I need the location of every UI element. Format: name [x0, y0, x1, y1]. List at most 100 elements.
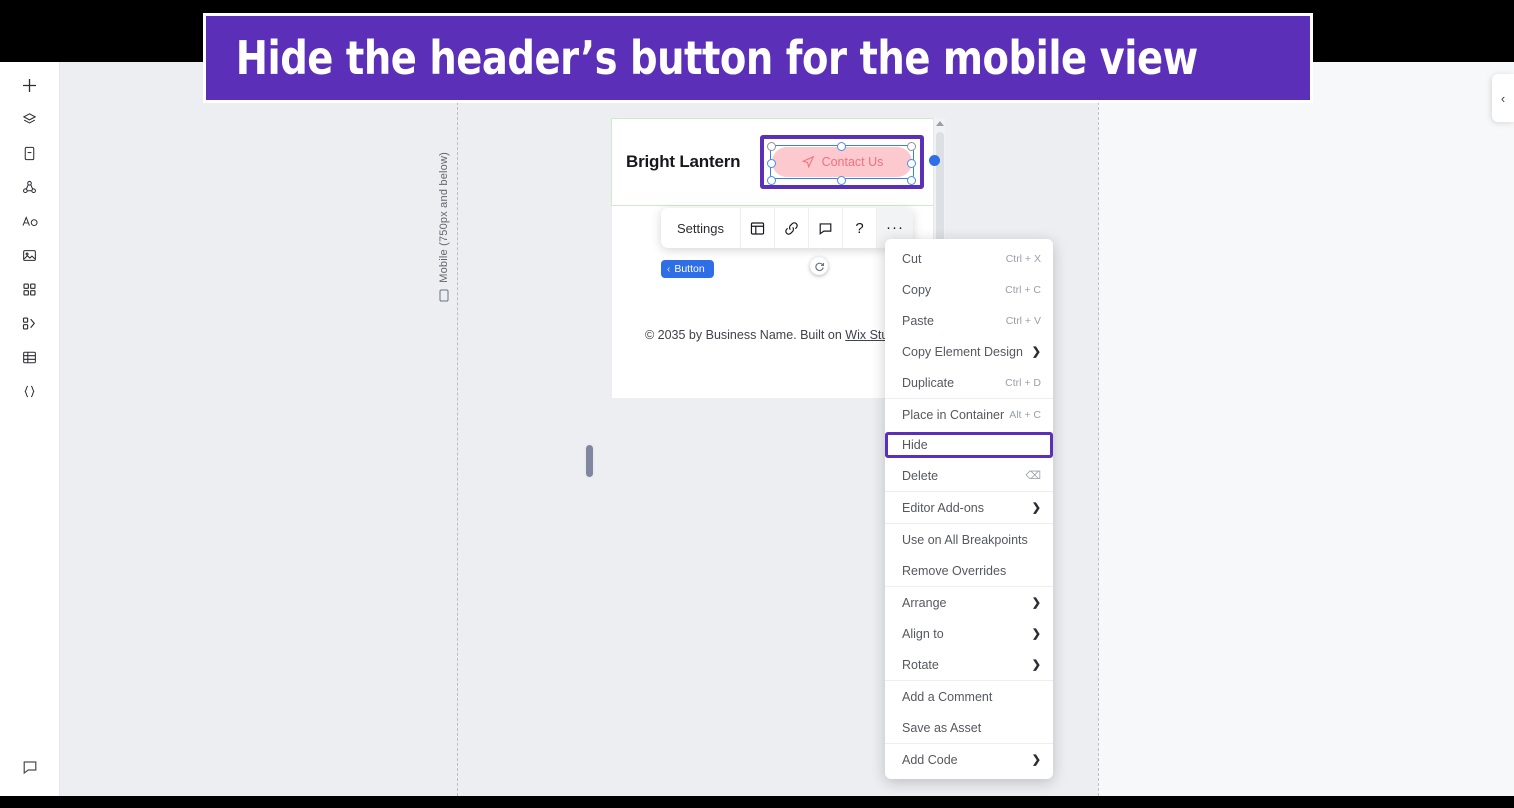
resize-handle-bottom-center[interactable] [837, 176, 846, 185]
layout-icon [750, 221, 765, 235]
submenu-arrow-icon: ❯ [1031, 659, 1041, 671]
chevron-left-icon: ‹ [1500, 90, 1506, 106]
context-menu-group: Use on All Breakpoints Remove Overrides [885, 523, 1053, 586]
submenu-arrow-icon: ❯ [1031, 597, 1041, 609]
sidebar-item-comments[interactable] [10, 750, 50, 784]
menu-item-copy-element-design[interactable]: Copy Element Design ❯ [885, 336, 1053, 367]
menu-item-editor-add-ons[interactable]: Editor Add-ons ❯ [885, 492, 1053, 523]
scroll-up-arrow-icon[interactable] [936, 121, 944, 126]
menu-item-label: Hide [902, 438, 928, 452]
menu-item-label: Duplicate [902, 375, 955, 390]
resize-handle-top-left[interactable] [767, 142, 776, 151]
scrollbar-thumb[interactable] [936, 132, 944, 252]
sidebar-item-apps[interactable] [10, 272, 50, 306]
menu-item-label: Delete [902, 468, 939, 483]
sidebar-item-cms[interactable] [10, 340, 50, 374]
rotate-handle[interactable] [810, 257, 828, 275]
menu-item-use-on-all-breakpoints[interactable]: Use on All Breakpoints [885, 524, 1053, 555]
context-menu-group: Editor Add-ons ❯ [885, 491, 1053, 523]
menu-item-label: Editor Add-ons [902, 500, 984, 515]
sidebar-item-code[interactable] [10, 374, 50, 408]
anchor-dot-indicator[interactable] [929, 155, 940, 166]
resize-handle-bottom-right[interactable] [907, 176, 916, 185]
menu-item-label: Arrange [902, 595, 947, 610]
menu-item-copy[interactable]: Copy Ctrl + C [885, 274, 1053, 305]
resize-handle-middle-right[interactable] [907, 159, 916, 168]
left-sidebar [0, 62, 60, 796]
menu-item-delete[interactable]: Delete ⌫ [885, 460, 1053, 491]
canvas-right-area [1098, 62, 1514, 796]
menu-item-shortcut: Alt + C [1009, 408, 1041, 421]
menu-item-add-a-comment[interactable]: Add a Comment [885, 681, 1053, 712]
menu-item-shortcut: Ctrl + V [1005, 314, 1041, 327]
menu-item-add-code[interactable]: Add Code ❯ [885, 744, 1053, 775]
editor-window: Mobile (750px and below) Bright Lantern … [0, 62, 1514, 796]
submenu-arrow-icon: ❯ [1031, 502, 1041, 514]
menu-item-label: Paste [902, 313, 934, 328]
menu-item-place-in-container[interactable]: Place in Container Alt + C [885, 399, 1053, 430]
send-icon [801, 155, 814, 169]
footer-prefix: © 2035 by Business Name. Built on [644, 328, 846, 342]
menu-item-label: Use on All Breakpoints [902, 532, 1028, 547]
menu-item-label: Rotate [902, 657, 939, 672]
selection-frame[interactable]: Contact Us [760, 135, 924, 275]
context-menu-group: Cut Ctrl + X Copy Ctrl + C Paste Ctrl + … [885, 243, 1053, 398]
editor-canvas[interactable]: Mobile (750px and below) Bright Lantern … [60, 62, 1514, 796]
context-menu[interactable]: Cut Ctrl + X Copy Ctrl + C Paste Ctrl + … [885, 239, 1053, 779]
sidebar-item-theme[interactable] [10, 204, 50, 238]
sidebar-item-add-elements[interactable] [10, 68, 50, 102]
resize-handle-top-right[interactable] [907, 142, 916, 151]
resize-handle-top-center[interactable] [837, 142, 846, 151]
toolbar-comment-button[interactable] [809, 208, 843, 248]
right-panel-collapse-tab[interactable]: ‹ [1492, 74, 1514, 122]
menu-item-shortcut: Ctrl + X [1005, 252, 1041, 265]
menu-item-label: Remove Overrides [902, 563, 1007, 578]
submenu-arrow-icon: ❯ [1031, 628, 1041, 640]
element-tag-label: Button [674, 263, 705, 275]
sidebar-item-dev-tools[interactable] [10, 306, 50, 340]
menu-item-label: Align to [902, 626, 944, 641]
toolbar-layout-button[interactable] [741, 208, 775, 248]
instruction-banner: Hide the header’s button for the mobile … [203, 13, 1313, 103]
menu-item-arrange[interactable]: Arrange ❯ [885, 587, 1053, 618]
menu-item-cut[interactable]: Cut Ctrl + X [885, 243, 1053, 274]
menu-item-rotate[interactable]: Rotate ❯ [885, 649, 1053, 680]
rotate-icon [814, 262, 824, 271]
comment-icon [819, 222, 832, 235]
toolbar-settings-button[interactable]: Settings [661, 208, 741, 248]
menu-item-label: Place in Container [902, 407, 1005, 422]
menu-item-save-as-asset[interactable]: Save as Asset [885, 712, 1053, 743]
site-brand-text: Bright Lantern [626, 152, 741, 171]
more-icon: ··· [885, 219, 904, 236]
screenshot-root: Mobile (750px and below) Bright Lantern … [0, 0, 1514, 808]
instruction-banner-text: Hide the header’s button for the mobile … [235, 31, 1198, 85]
link-icon [785, 221, 798, 235]
toolbar-link-button[interactable] [775, 208, 809, 248]
context-menu-group: Add a Comment Save as Asset [885, 680, 1053, 743]
submenu-arrow-icon: ❯ [1031, 346, 1041, 358]
toolbar-help-button[interactable]: ? [843, 208, 877, 248]
breakpoint-label-text: Mobile (750px and below) [438, 152, 450, 283]
breakpoint-guide-left [457, 62, 458, 796]
menu-item-duplicate[interactable]: Duplicate Ctrl + D [885, 367, 1053, 398]
element-toolbar[interactable]: Settings ? ··· [661, 208, 913, 248]
resize-handle-middle-left[interactable] [767, 159, 776, 168]
contact-us-label: Contact Us [821, 155, 884, 169]
sidebar-item-pages[interactable] [10, 136, 50, 170]
canvas-resize-grip[interactable] [586, 445, 593, 477]
sidebar-item-media[interactable] [10, 238, 50, 272]
sidebar-item-site-structure[interactable] [10, 170, 50, 204]
menu-item-hide[interactable]: Hide [885, 432, 1053, 458]
resize-handle-bottom-left[interactable] [767, 176, 776, 185]
menu-item-label: Copy [902, 282, 932, 297]
context-menu-group: Arrange ❯ Align to ❯ Rotate ❯ [885, 586, 1053, 680]
menu-item-remove-overrides[interactable]: Remove Overrides [885, 555, 1053, 586]
element-type-tag[interactable]: ‹ Button [661, 260, 714, 278]
sidebar-item-layers[interactable] [10, 102, 50, 136]
menu-item-align-to[interactable]: Align to ❯ [885, 618, 1053, 649]
menu-item-paste[interactable]: Paste Ctrl + V [885, 305, 1053, 336]
site-contact-us-button[interactable]: Contact Us [772, 147, 912, 177]
menu-item-label: Add Code [902, 752, 958, 767]
menu-item-label: Copy Element Design [902, 344, 1023, 359]
breakpoint-label[interactable]: Mobile (750px and below) [432, 112, 456, 302]
